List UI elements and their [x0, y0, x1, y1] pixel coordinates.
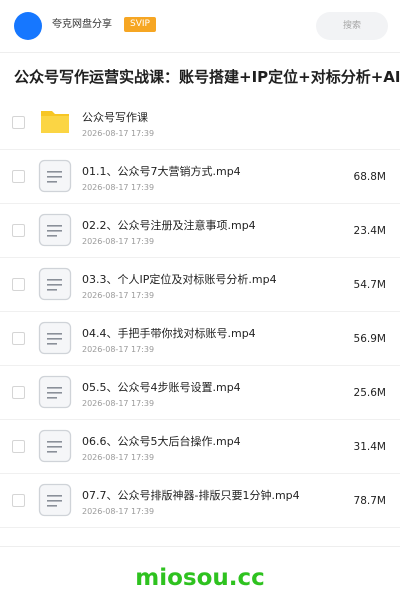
- watermark: miosou.cc: [135, 565, 265, 591]
- list-item[interactable]: 01.1、公众号7大营销方式.mp4 2026-08-17 17:39 68.8…: [0, 150, 400, 204]
- search-input[interactable]: [316, 12, 388, 40]
- row-checkbox[interactable]: [12, 278, 25, 291]
- file-icon: [38, 321, 72, 355]
- footer-divider: [0, 546, 400, 547]
- list-item[interactable]: 04.4、手把手带你找对标账号.mp4 2026-08-17 17:39 56.…: [0, 312, 400, 366]
- row-checkbox[interactable]: [12, 116, 25, 129]
- top-bar: 夸克网盘分享 SVIP: [0, 0, 400, 52]
- file-date: 2026-08-17 17:39: [82, 453, 155, 462]
- file-name: 05.5、公众号4步账号设置.mp4: [82, 381, 241, 394]
- file-size: 31.4M: [353, 441, 386, 453]
- folder-icon: [41, 111, 69, 133]
- list-item[interactable]: 06.6、公众号5大后台操作.mp4 2026-08-17 17:39 31.4…: [0, 420, 400, 474]
- file-icon: [38, 483, 72, 517]
- file-date: 2026-08-17 17:39: [82, 183, 155, 192]
- row-checkbox[interactable]: [12, 494, 25, 507]
- row-checkbox[interactable]: [12, 170, 25, 183]
- list-item[interactable]: 05.5、公众号4步账号设置.mp4 2026-08-17 17:39 25.6…: [0, 366, 400, 420]
- file-size: 78.7M: [353, 495, 386, 507]
- file-date: 2026-08-17 17:39: [82, 291, 155, 300]
- file-date: 2026-08-17 17:39: [82, 129, 155, 138]
- file-date: 2026-08-17 17:39: [82, 237, 155, 246]
- avatar[interactable]: [14, 12, 42, 40]
- file-name: 07.7、公众号排版神器-排版只要1分钟.mp4: [82, 489, 300, 502]
- file-date: 2026-08-17 17:39: [82, 399, 155, 408]
- file-name: 公众号写作课: [82, 111, 148, 124]
- file-icon: [38, 375, 72, 409]
- file-size: 54.7M: [353, 279, 386, 291]
- file-size: 68.8M: [353, 171, 386, 183]
- file-size: 23.4M: [353, 225, 386, 237]
- file-icon: [38, 267, 72, 301]
- file-icon: [38, 159, 72, 193]
- list-item[interactable]: 公众号写作课 2026-08-17 17:39: [0, 96, 400, 150]
- file-date: 2026-08-17 17:39: [82, 345, 155, 354]
- list-item[interactable]: 07.7、公众号排版神器-排版只要1分钟.mp4 2026-08-17 17:3…: [0, 474, 400, 528]
- app-name: 夸克网盘分享: [52, 19, 112, 30]
- svip-badge: SVIP: [124, 17, 156, 32]
- file-name: 01.1、公众号7大营销方式.mp4: [82, 165, 241, 178]
- header-divider: [0, 52, 400, 53]
- file-name: 02.2、公众号注册及注意事项.mp4: [82, 219, 256, 232]
- file-icon: [38, 429, 72, 463]
- page-title: 公众号写作运营实战课：账号搭建+IP定位+对标分析+AI高: [14, 68, 400, 86]
- file-size: 56.9M: [353, 333, 386, 345]
- row-checkbox[interactable]: [12, 440, 25, 453]
- row-checkbox[interactable]: [12, 386, 25, 399]
- file-size: 25.6M: [353, 387, 386, 399]
- file-name: 06.6、公众号5大后台操作.mp4: [82, 435, 241, 448]
- row-checkbox[interactable]: [12, 332, 25, 345]
- file-list: 公众号写作课 2026-08-17 17:39 01.1、公众号7大营销方式.m…: [0, 96, 400, 528]
- file-name: 04.4、手把手带你找对标账号.mp4: [82, 327, 256, 340]
- file-date: 2026-08-17 17:39: [82, 507, 155, 516]
- file-name: 03.3、个人IP定位及对标账号分析.mp4: [82, 273, 277, 286]
- file-icon: [38, 213, 72, 247]
- list-item[interactable]: 02.2、公众号注册及注意事项.mp4 2026-08-17 17:39 23.…: [0, 204, 400, 258]
- list-item[interactable]: 03.3、个人IP定位及对标账号分析.mp4 2026-08-17 17:39 …: [0, 258, 400, 312]
- row-checkbox[interactable]: [12, 224, 25, 237]
